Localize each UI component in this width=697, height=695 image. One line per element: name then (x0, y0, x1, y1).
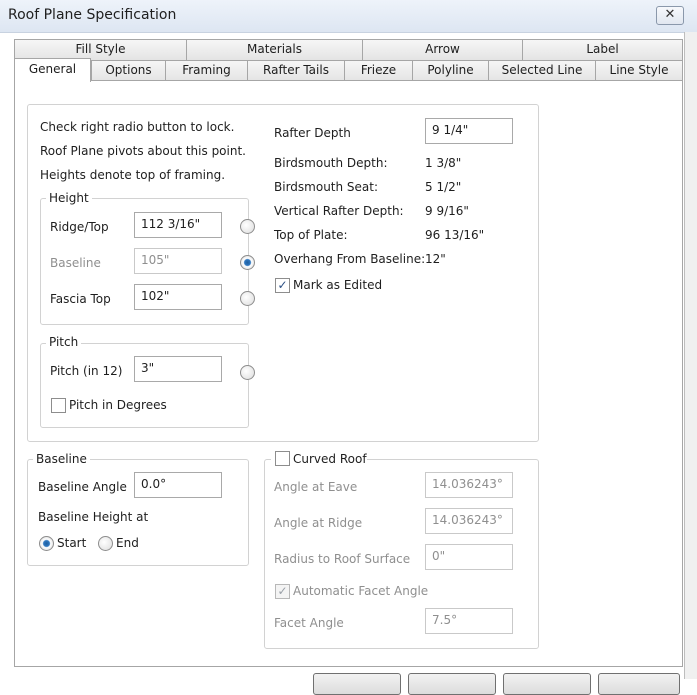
ridge-field[interactable]: 112 3/16" (134, 212, 222, 238)
baseline-height-label: Baseline (50, 256, 101, 270)
tab-polyline[interactable]: Polyline (412, 60, 489, 81)
ridge-lock-radio[interactable] (240, 219, 255, 234)
tab-options[interactable]: Options (91, 60, 166, 81)
vertical-rafter-depth-label: Vertical Rafter Depth: (274, 204, 404, 218)
birdsmouth-seat-label: Birdsmouth Seat: (274, 180, 379, 194)
fascia-field[interactable]: 102" (134, 284, 222, 310)
mark-edited-label: Mark as Edited (293, 278, 383, 292)
window-edge (684, 32, 697, 679)
pitch-degrees-label: Pitch in Degrees (69, 398, 167, 412)
fascia-label: Fascia Top (50, 292, 111, 306)
overhang-value: 12" (425, 252, 446, 266)
baseline-group-title: Baseline (33, 452, 90, 466)
pitch-field[interactable]: 3" (134, 356, 222, 382)
dialog-button-3[interactable] (503, 673, 591, 695)
dialog-button-1[interactable] (313, 673, 401, 695)
curved-roof-checkbox[interactable] (275, 451, 290, 466)
baseline-height-at-label: Baseline Height at (38, 510, 149, 524)
baseline-angle-label: Baseline Angle (38, 480, 127, 494)
height-group-title: Height (46, 191, 92, 205)
instruction-lock: Check right radio button to lock. (40, 120, 235, 134)
birdsmouth-depth-label: Birdsmouth Depth: (274, 156, 388, 170)
close-icon: ✕ (664, 7, 676, 22)
birdsmouth-seat-value: 5 1/2" (425, 180, 462, 194)
mark-edited-checkbox[interactable]: ✓ (275, 278, 290, 293)
tab-label[interactable]: Label (522, 39, 683, 60)
auto-facet-checkbox[interactable]: ✓ (275, 584, 290, 599)
start-radio[interactable] (39, 536, 54, 551)
tab-framing[interactable]: Framing (165, 60, 248, 81)
eave-angle-field[interactable]: 14.036243° (425, 472, 513, 498)
tab-general[interactable]: General (14, 58, 91, 82)
ridge-angle-field[interactable]: 14.036243° (425, 508, 513, 534)
top-of-plate-label: Top of Plate: (274, 228, 348, 242)
dialog-button-4[interactable] (598, 673, 680, 695)
tab-line-style[interactable]: Line Style (595, 60, 683, 81)
facet-angle-label: Facet Angle (274, 616, 344, 630)
eave-angle-label: Angle at Eave (274, 480, 358, 494)
instruction-heights: Heights denote top of framing. (40, 168, 226, 182)
tab-fill-style[interactable]: Fill Style (14, 39, 187, 60)
end-label: End (116, 536, 139, 550)
tab-rafter-tails[interactable]: Rafter Tails (247, 60, 345, 81)
pitch-lock-radio[interactable] (240, 365, 255, 380)
tab-selected-line[interactable]: Selected Line (488, 60, 596, 81)
ridge-label: Ridge/Top (50, 220, 109, 234)
birdsmouth-depth-value: 1 3/8" (425, 156, 462, 170)
instruction-pivot: Roof Plane pivots about this point. (40, 144, 246, 158)
pitch-label: Pitch (in 12) (50, 364, 123, 378)
baseline-lock-radio[interactable] (240, 255, 255, 270)
window-title: Roof Plane Specification (8, 7, 177, 23)
vertical-rafter-depth-value: 9 9/16" (425, 204, 469, 218)
baseline-height-field[interactable]: 105" (134, 248, 222, 274)
close-button[interactable]: ✕ (656, 6, 684, 25)
baseline-angle-field[interactable]: 0.0° (134, 472, 222, 498)
curved-roof-label: Curved Roof (293, 452, 367, 466)
tab-arrow[interactable]: Arrow (362, 39, 523, 60)
rafter-depth-label: Rafter Depth (274, 126, 351, 140)
tab-frieze[interactable]: Frieze (344, 60, 413, 81)
pitch-degrees-checkbox[interactable] (51, 398, 66, 413)
auto-facet-label: Automatic Facet Angle (293, 584, 429, 598)
radius-field[interactable]: 0" (425, 544, 513, 570)
facet-angle-field[interactable]: 7.5° (425, 608, 513, 634)
dialog-button-2[interactable] (408, 673, 496, 695)
pitch-group-title: Pitch (46, 335, 82, 349)
checkmark-icon: ✓ (277, 584, 288, 598)
rafter-depth-field[interactable]: 9 1/4" (425, 118, 513, 144)
radius-label: Radius to Roof Surface (274, 552, 411, 566)
ridge-angle-label: Angle at Ridge (274, 516, 363, 530)
top-of-plate-value: 96 13/16" (425, 228, 485, 242)
end-radio[interactable] (98, 536, 113, 551)
checkmark-icon: ✓ (277, 278, 288, 292)
tab-materials[interactable]: Materials (186, 39, 363, 60)
overhang-label: Overhang From Baseline: (274, 252, 426, 266)
start-label: Start (57, 536, 87, 550)
fascia-lock-radio[interactable] (240, 291, 255, 306)
